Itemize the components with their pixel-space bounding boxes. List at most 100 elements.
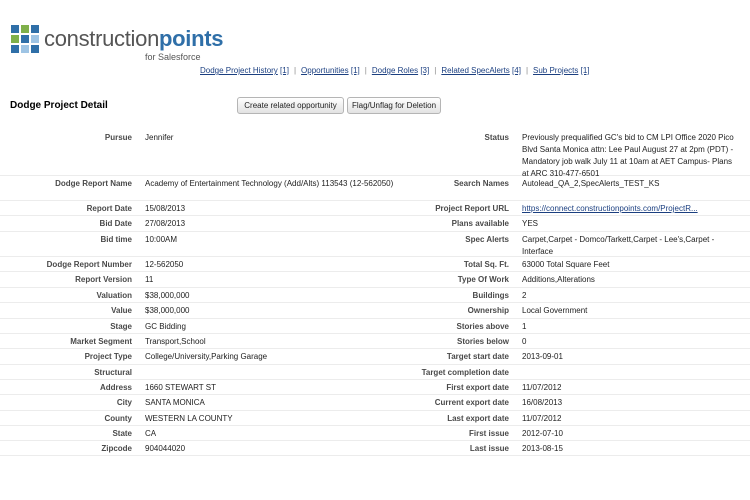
field-value: GC Bidding	[145, 322, 186, 331]
field-value: Autolead_QA_2,SpecAlerts_TEST_KS	[522, 179, 660, 188]
field-value: 11/07/2012	[522, 414, 562, 423]
flag-for-deletion-button[interactable]: Flag/Unflag for Deletion	[347, 97, 441, 114]
field-value: 11/07/2012	[522, 383, 562, 392]
field-value: SANTA MONICA	[145, 398, 205, 407]
field-label: Total Sq. Ft.	[463, 260, 509, 269]
project-report-url-link[interactable]: https://connect.constructionpoints.com/P…	[522, 204, 698, 213]
related-link[interactable]: Dodge Project History	[200, 66, 278, 75]
field-label: Bid time	[100, 235, 132, 244]
field-label: Dodge Report Name	[55, 179, 132, 188]
field-label: State	[112, 429, 132, 438]
detail-row: Valuation $38,000,000 Buildings 2	[0, 287, 750, 303]
field-label: Search Names	[453, 179, 509, 188]
field-label: City	[116, 398, 132, 407]
field-value: WESTERN LA COUNTY	[145, 414, 233, 423]
field-value: 27/08/2013	[145, 219, 186, 228]
detail-row: Structural Target completion date	[0, 364, 750, 380]
logo-grid-icon	[11, 25, 39, 53]
field-value: $38,000,000	[145, 306, 190, 315]
field-label: Pursue	[104, 133, 132, 142]
brand-name-regular: construction	[44, 26, 160, 51]
field-value: 16/08/2013	[522, 398, 563, 407]
brand-name-bold: points	[159, 26, 224, 51]
field-label: Type Of Work	[457, 275, 509, 284]
field-label: Last issue	[469, 444, 509, 453]
field-label: Zipcode	[101, 444, 132, 453]
related-link[interactable]: Dodge Roles	[372, 66, 418, 75]
field-value: 2012-07-10	[522, 429, 563, 438]
field-label: First export date	[446, 383, 509, 392]
field-value: Transport,School	[145, 337, 206, 346]
related-link-count: [4]	[512, 66, 521, 75]
related-link[interactable]: Opportunities	[301, 66, 349, 75]
field-label: Status	[484, 133, 509, 142]
field-value: Jennifer	[145, 133, 174, 142]
field-value: Previously prequalified GC's bid to CM L…	[522, 133, 734, 178]
field-value: College/University,Parking Garage	[145, 352, 268, 361]
brand-subtitle: for Salesforce	[145, 52, 201, 62]
related-link-separator: |	[293, 66, 297, 75]
related-lists-bar: Dodge Project History [1] | Opportunities …	[200, 66, 590, 75]
field-label: Project Report URL	[435, 204, 509, 213]
detail-row: Address 1660 STEWART ST First export date 1…	[0, 379, 750, 395]
field-label: Stage	[110, 322, 132, 331]
detail-row: Market Segment Transport,School Stories be…	[0, 333, 750, 349]
related-link[interactable]: Related SpecAlerts	[441, 66, 509, 75]
field-value: 2013-09-01	[522, 352, 563, 361]
field-value: 1660 STEWART ST	[145, 383, 216, 392]
field-value: https://connect.constructionpoints.com/P…	[522, 203, 740, 215]
detail-row: Bid time 10:00AM Spec Alerts Carpet,Carpet …	[0, 231, 750, 257]
field-value: 2013-08-15	[522, 444, 563, 453]
field-label: Project Type	[84, 352, 132, 361]
field-label: Value	[111, 306, 132, 315]
field-label: Valuation	[96, 291, 132, 300]
field-label: Bid Date	[99, 219, 132, 228]
detail-row: Dodge Report Number 12-562050 Total Sq. Ft…	[0, 256, 750, 272]
field-value: 12-562050	[145, 260, 184, 269]
field-value: Local Government	[522, 306, 588, 315]
detail-row: Pursue Jennifer Status Previously prequalif…	[0, 129, 750, 178]
field-value: Additions,Alterations	[522, 275, 595, 284]
detail-row: Stage GC Bidding Stories above 1	[0, 318, 750, 334]
create-related-opportunity-button[interactable]: Create related opportunity	[237, 97, 344, 114]
detail-row: Value $38,000,000 Ownership Local Governmen…	[0, 302, 750, 319]
related-link-separator: |	[434, 66, 437, 75]
field-label: Address	[99, 383, 132, 392]
field-label: Plans available	[451, 219, 509, 228]
field-label: Target completion date	[421, 368, 509, 377]
field-label: Buildings	[472, 291, 509, 300]
field-label: Report Date	[86, 204, 132, 213]
related-link-count: [1]	[280, 66, 289, 75]
field-label: Last export date	[447, 414, 509, 423]
field-label: Report Version	[75, 275, 132, 284]
detail-row: Zipcode 904044020 Last issue 2013-08-15	[0, 440, 750, 456]
constructionpoints-logo: constructionpoints for Salesforce	[11, 22, 311, 68]
related-link-separator: |	[525, 66, 529, 75]
detail-row: State CA First issue 2012-07-10	[0, 425, 750, 441]
field-label: Stories above	[456, 322, 509, 331]
related-link-count: [1]	[350, 66, 360, 75]
field-value: $38,000,000	[145, 291, 190, 300]
field-value: 904044020	[145, 444, 186, 453]
detail-row: Report Date 15/08/2013 Project Report URL h…	[0, 200, 750, 216]
page-title: Dodge Project Detail	[10, 100, 108, 111]
field-value: 2	[522, 291, 527, 300]
field-value: 1	[522, 322, 527, 331]
field-value: Academy of Entertainment Technology (Add…	[145, 179, 394, 188]
related-link[interactable]: Sub Projects	[533, 66, 578, 75]
field-label: Structural	[94, 368, 132, 377]
field-value: Carpet,Carpet - Domco/Tarkett,Carpet - L…	[522, 235, 715, 256]
detail-row: City SANTA MONICA Current export date 16/08…	[0, 394, 750, 411]
field-label: County	[104, 414, 132, 423]
related-link-separator: |	[364, 66, 367, 75]
field-label: Current export date	[434, 398, 509, 407]
detail-row: Project Type College/University,Parking G…	[0, 348, 750, 365]
related-link-count: [1]	[580, 66, 590, 75]
detail-row: Dodge Report Name Academy of Entertainmen…	[0, 175, 750, 201]
field-label: Market Segment	[70, 337, 132, 346]
related-link-count: [3]	[420, 66, 430, 75]
field-label: Spec Alerts	[465, 235, 509, 244]
detail-row: Report Version 11 Type Of Work Additions,Al…	[0, 271, 750, 288]
detail-row: Bid Date 27/08/2013 Plans available YES	[0, 215, 750, 232]
field-value: 0	[522, 337, 527, 346]
